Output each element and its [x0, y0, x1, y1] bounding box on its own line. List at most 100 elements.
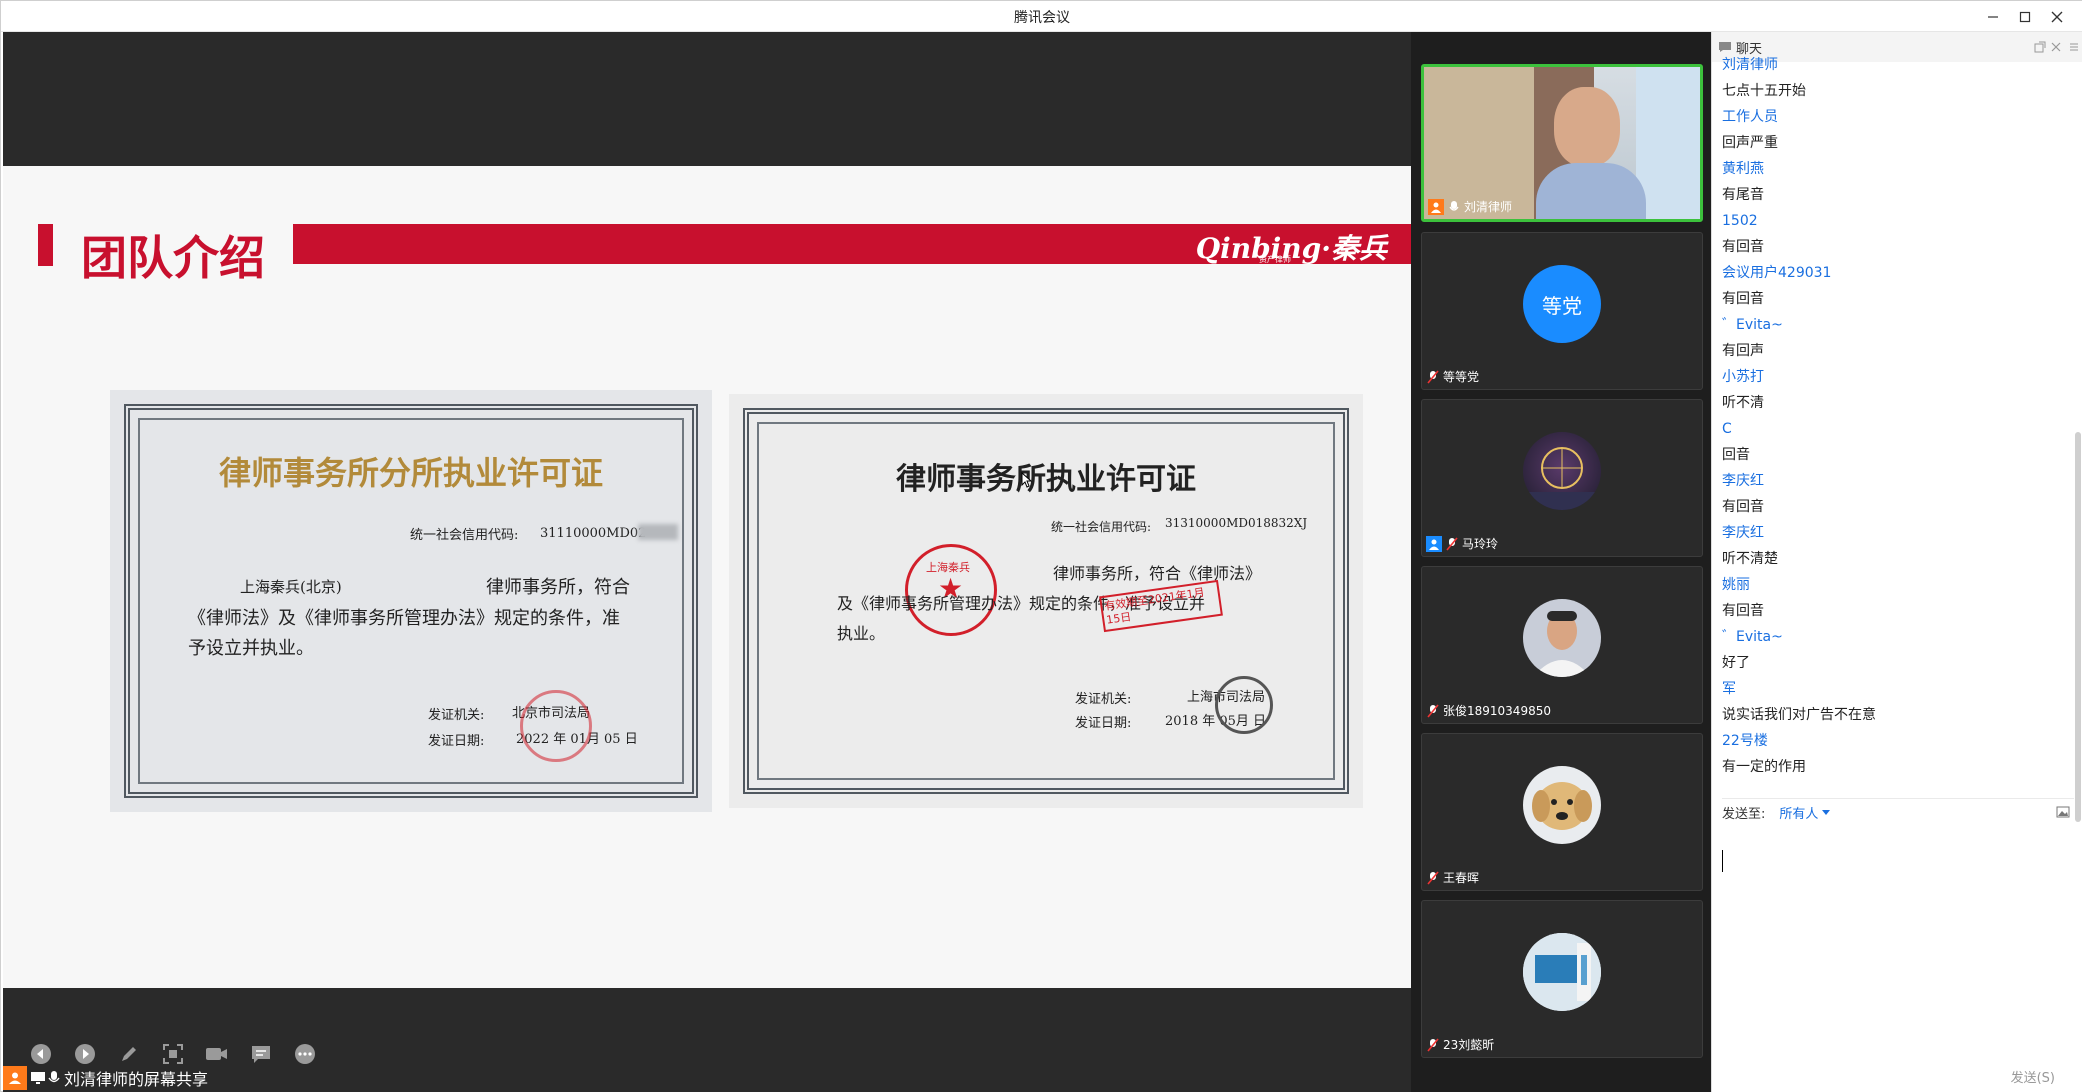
- participant-avatar: 等党: [1523, 265, 1601, 343]
- camera-icon: [206, 1048, 227, 1060]
- next-icon: [75, 1044, 95, 1064]
- close-button[interactable]: [2041, 1, 2073, 32]
- window-controls: [1977, 1, 2073, 32]
- participant-name: 刘清律师: [1464, 200, 1513, 214]
- grey-seal: [1215, 676, 1273, 734]
- company-logo: Qinbing·秦兵: [1195, 232, 1387, 265]
- maximize-icon: [2019, 11, 2031, 22]
- participant-tile[interactable]: 等党 等等党: [1421, 232, 1703, 390]
- license-certificate-right: 律师事务所执业许可证 统一社会信用代码: 31310000MD018832XJ …: [729, 394, 1363, 808]
- host-icon: [1428, 198, 1444, 215]
- fullscreen-icon: [163, 1044, 183, 1064]
- user-avatar-icon: [3, 1066, 27, 1090]
- official-seal: [520, 690, 592, 762]
- chat-sender-name[interactable]: 姚丽: [1722, 572, 2072, 598]
- chat-sender-name[interactable]: 工作人员: [1722, 104, 2072, 130]
- microphone-muted-icon: [1426, 1037, 1440, 1052]
- chat-message-text: 回音: [1722, 447, 1750, 463]
- mouse-cursor-icon: [1021, 472, 1033, 488]
- chat-message-text: 听不清: [1722, 395, 1764, 411]
- company-logo-sub: 资产律师: [1259, 255, 1291, 264]
- chat-sender-name[interactable]: 李庆红: [1722, 520, 2072, 546]
- participant-tile[interactable]: 王春晖: [1421, 733, 1703, 891]
- camera-button[interactable]: [205, 1042, 229, 1066]
- microphone-muted-icon: [1445, 536, 1459, 551]
- pen-tool-button[interactable]: [117, 1042, 141, 1066]
- pen-icon: [122, 1047, 136, 1061]
- screen-share-area: 团队介绍 Qinbing·秦兵 资产律师 律师事务所分所执业许可证 统一社会信用…: [3, 32, 1411, 1092]
- participant-tile[interactable]: 马玲玲: [1421, 399, 1703, 557]
- image-icon[interactable]: [2056, 806, 2070, 818]
- participants-panel: 刘清律师 等党 等等党 马玲玲 张俊18910349850 王春晖 23刘懿昕: [1411, 32, 1711, 1092]
- participant-video: [1424, 67, 1700, 219]
- chat-sender-name[interactable]: 刘清律师: [1722, 52, 2072, 78]
- send-to-row: 发送至: 所有人: [1722, 798, 2074, 822]
- chat-sender-name[interactable]: 会议用户429031: [1722, 260, 2072, 286]
- sharer-name: 刘清律师的屏幕共享: [64, 1070, 209, 1089]
- more-options-button[interactable]: [293, 1042, 317, 1066]
- chat-message-text: 有一定的作用: [1722, 759, 1806, 775]
- slideshow-toolbar: [29, 1042, 317, 1066]
- chat-sender-name[interactable]: 黄利燕: [1722, 156, 2072, 182]
- participant-name: 23刘懿昕: [1443, 1038, 1495, 1052]
- participant-tile[interactable]: 刘清律师: [1421, 64, 1703, 222]
- participant-avatar: [1523, 432, 1601, 510]
- fullscreen-button[interactable]: [161, 1042, 185, 1066]
- maximize-button[interactable]: [2009, 1, 2041, 32]
- window-title: 腾讯会议: [1014, 10, 1070, 26]
- chat-sender-name[interactable]: 1502: [1722, 208, 2072, 234]
- chat-message-text: 七点十五开始: [1722, 83, 1806, 99]
- chat-sender-name[interactable]: ゛Evita~: [1722, 624, 2072, 650]
- microphone-icon: [1447, 200, 1461, 214]
- participant-avatar: [1523, 599, 1601, 677]
- presentation-slide: 团队介绍 Qinbing·秦兵 资产律师 律师事务所分所执业许可证 统一社会信用…: [3, 166, 1411, 1064]
- minimize-icon: [1988, 15, 1998, 18]
- chat-message-text: 有回音: [1722, 603, 1764, 619]
- participant-tile[interactable]: 张俊18910349850: [1421, 566, 1703, 724]
- meeting-window: 腾讯会议 团队介绍 Qinbing·秦兵 资产律师 律师事务所分所执业许可证 统…: [0, 0, 2082, 1092]
- chat-message-text: 有尾音: [1722, 187, 1764, 203]
- text-cursor: [1722, 850, 1723, 872]
- chat-message-text: 好了: [1722, 655, 1750, 671]
- chat-sender-name[interactable]: C: [1722, 416, 2072, 442]
- chat-message-list: 刘清律师 七点十五开始 工作人员 回声严重 黄利燕 有尾音 1502 有回音 会议用户42903…: [1722, 52, 2072, 792]
- chevron-down-icon: [1822, 809, 1831, 815]
- chat-sender-name[interactable]: 小苏打: [1722, 364, 2072, 390]
- screen-share-label: 刘清律师的屏幕共享: [3, 1064, 209, 1092]
- certificate-heading: 律师事务所执业许可证: [896, 462, 1196, 497]
- chat-message-text: 有回声: [1722, 343, 1764, 359]
- more-icon: [295, 1044, 315, 1064]
- participant-avatar: [1523, 766, 1601, 844]
- prev-icon: [31, 1044, 51, 1064]
- chat-sender-name[interactable]: ゛Evita~: [1722, 312, 2072, 338]
- send-to-label: 发送至:: [1722, 807, 1766, 822]
- close-icon: [2051, 11, 2063, 22]
- title-marker: [38, 224, 53, 266]
- participant-name: 王春晖: [1443, 871, 1480, 885]
- prev-slide-button[interactable]: [29, 1042, 53, 1066]
- redacted-block: [638, 524, 678, 540]
- chat-scrollbar[interactable]: [2073, 92, 2081, 822]
- minimize-button[interactable]: [1977, 1, 2009, 32]
- chat-scroll-thumb[interactable]: [2075, 432, 2081, 822]
- slide-header-bar: Qinbing·秦兵 资产律师: [293, 224, 1411, 265]
- chat-message-text: 说实话我们对广告不在意: [1722, 707, 1876, 723]
- chat-sender-name[interactable]: 军: [1722, 676, 2072, 702]
- chat-sender-name[interactable]: 李庆红: [1722, 468, 2072, 494]
- chat-message-text: 有回音: [1722, 499, 1764, 515]
- chat-message-text: 有回音: [1722, 239, 1764, 255]
- license-certificate-left: 律师事务所分所执业许可证 统一社会信用代码: 31110000MD02 上海秦兵…: [110, 390, 712, 812]
- participant-avatar: [1523, 933, 1601, 1011]
- screen-share-icon: [31, 1072, 45, 1084]
- send-to-dropdown[interactable]: 所有人: [1779, 803, 1818, 822]
- microphone-muted-icon: [1426, 703, 1440, 718]
- participant-tile[interactable]: 23刘懿昕: [1421, 900, 1703, 1058]
- next-slide-button[interactable]: [73, 1042, 97, 1066]
- subtitle-button[interactable]: [249, 1042, 273, 1066]
- chat-sender-name[interactable]: 22号楼: [1722, 728, 2072, 754]
- chat-input[interactable]: [1722, 828, 2074, 1068]
- title-bar: 腾讯会议: [1, 1, 2082, 32]
- microphone-muted-icon: [1426, 369, 1440, 384]
- send-button[interactable]: 发送(S): [2011, 1067, 2055, 1086]
- cohost-icon: [1426, 535, 1442, 552]
